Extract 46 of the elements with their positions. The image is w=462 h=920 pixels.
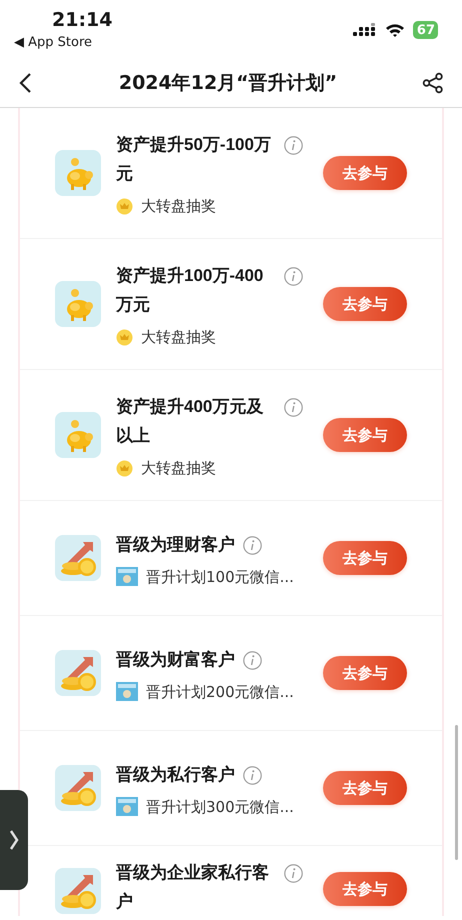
reward-text: 晋升计划300元微信... xyxy=(146,796,294,816)
join-button[interactable]: 去参与 xyxy=(323,156,407,190)
join-button[interactable]: 去参与 xyxy=(323,287,407,321)
info-icon[interactable] xyxy=(243,536,262,554)
task-title: 资产提升100万-400万元 xyxy=(116,265,264,316)
task-title: 晋级为企业家私行客户 xyxy=(116,862,270,913)
task-title: 资产提升50万-100万元 xyxy=(116,134,272,185)
voucher-thumbnail-icon xyxy=(116,567,138,586)
signal-icon xyxy=(352,23,377,37)
chevron-icon xyxy=(9,829,19,851)
voucher-thumbnail-icon xyxy=(116,797,138,816)
reward-text: 晋升计划100元微信... xyxy=(146,566,294,586)
clock-time: 21:14 xyxy=(52,8,112,32)
reward-text: 晋升计划200元微信... xyxy=(146,682,294,702)
crown-coin-icon xyxy=(116,328,133,346)
reward-text: 大转盘抽奖 xyxy=(141,458,216,478)
side-tab-button[interactable] xyxy=(0,790,28,890)
task-title: 晋级为理财客户 xyxy=(116,534,235,556)
join-button[interactable]: 去参与 xyxy=(323,541,407,575)
task-title: 晋级为私行客户 xyxy=(116,764,235,786)
join-button[interactable]: 去参与 xyxy=(323,771,407,805)
info-icon[interactable] xyxy=(284,136,303,155)
back-icon[interactable] xyxy=(18,72,34,94)
back-to-app-link[interactable]: ◀ App Store xyxy=(14,34,92,52)
wifi-icon xyxy=(384,23,405,37)
info-icon[interactable] xyxy=(284,864,303,883)
task-title: 晋级为财富客户 xyxy=(116,648,235,670)
page-title: 2024年12月“晋升计划” xyxy=(118,70,338,96)
info-icon[interactable] xyxy=(284,398,303,417)
info-icon[interactable] xyxy=(284,267,303,286)
info-icon[interactable] xyxy=(243,650,262,670)
voucher-thumbnail-icon xyxy=(116,682,138,701)
piggy-bank-icon xyxy=(55,281,101,327)
reward-text: 大转盘抽奖 xyxy=(141,327,216,347)
piggy-bank-icon xyxy=(55,150,101,196)
info-icon[interactable] xyxy=(243,766,262,784)
task-title: 资产提升400万元及以上 xyxy=(116,396,264,447)
join-button[interactable]: 去参与 xyxy=(323,656,407,690)
share-icon[interactable] xyxy=(422,72,444,94)
join-button[interactable]: 去参与 xyxy=(323,872,407,906)
piggy-bank-icon xyxy=(55,412,101,458)
join-button[interactable]: 去参与 xyxy=(323,418,407,452)
crown-coin-icon xyxy=(116,460,133,476)
reward-text: 大转盘抽奖 xyxy=(141,196,216,216)
battery-indicator: 67 xyxy=(412,21,438,39)
crown-coin-icon xyxy=(116,198,133,214)
